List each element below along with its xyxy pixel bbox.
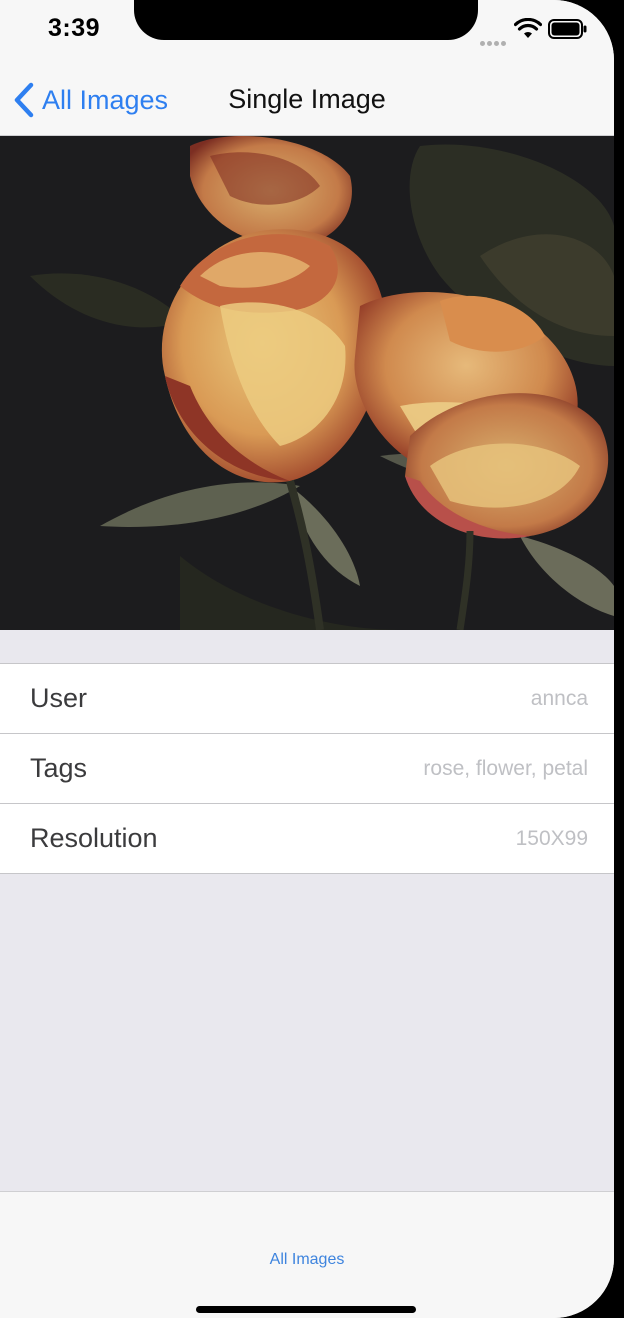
battery-icon (548, 19, 587, 39)
detail-label: Resolution (30, 823, 158, 853)
rose-photo (0, 136, 614, 630)
wifi-icon (514, 18, 542, 38)
home-indicator[interactable] (196, 1306, 416, 1313)
detail-label: Tags (30, 753, 88, 783)
device-screen: 3:39 Single Image All Images User annca … (0, 0, 614, 1318)
tab-all-images[interactable]: All Images (0, 1251, 614, 1269)
detail-value: 150X99 (515, 827, 588, 850)
detail-value: annca (530, 687, 588, 710)
notch (134, 0, 478, 40)
chevron-left-icon (14, 82, 34, 118)
status-time: 3:39 (48, 14, 101, 42)
image-details-list: User annca Tags rose, flower, petal Reso… (0, 663, 614, 874)
tab-bar: All Images (0, 1191, 614, 1318)
detail-value: rose, flower, petal (423, 757, 588, 780)
detail-row-tags: Tags rose, flower, petal (0, 734, 614, 804)
status-bar: 3:39 (0, 0, 614, 60)
detail-row-user: User annca (0, 664, 614, 734)
detail-row-resolution: Resolution 150X99 (0, 804, 614, 873)
back-button[interactable]: All Images (12, 82, 168, 118)
navigation-bar: Single Image All Images (0, 60, 614, 136)
detail-label: User (30, 683, 88, 713)
cellular-signal-icon (480, 33, 510, 46)
back-button-label: All Images (42, 84, 169, 115)
